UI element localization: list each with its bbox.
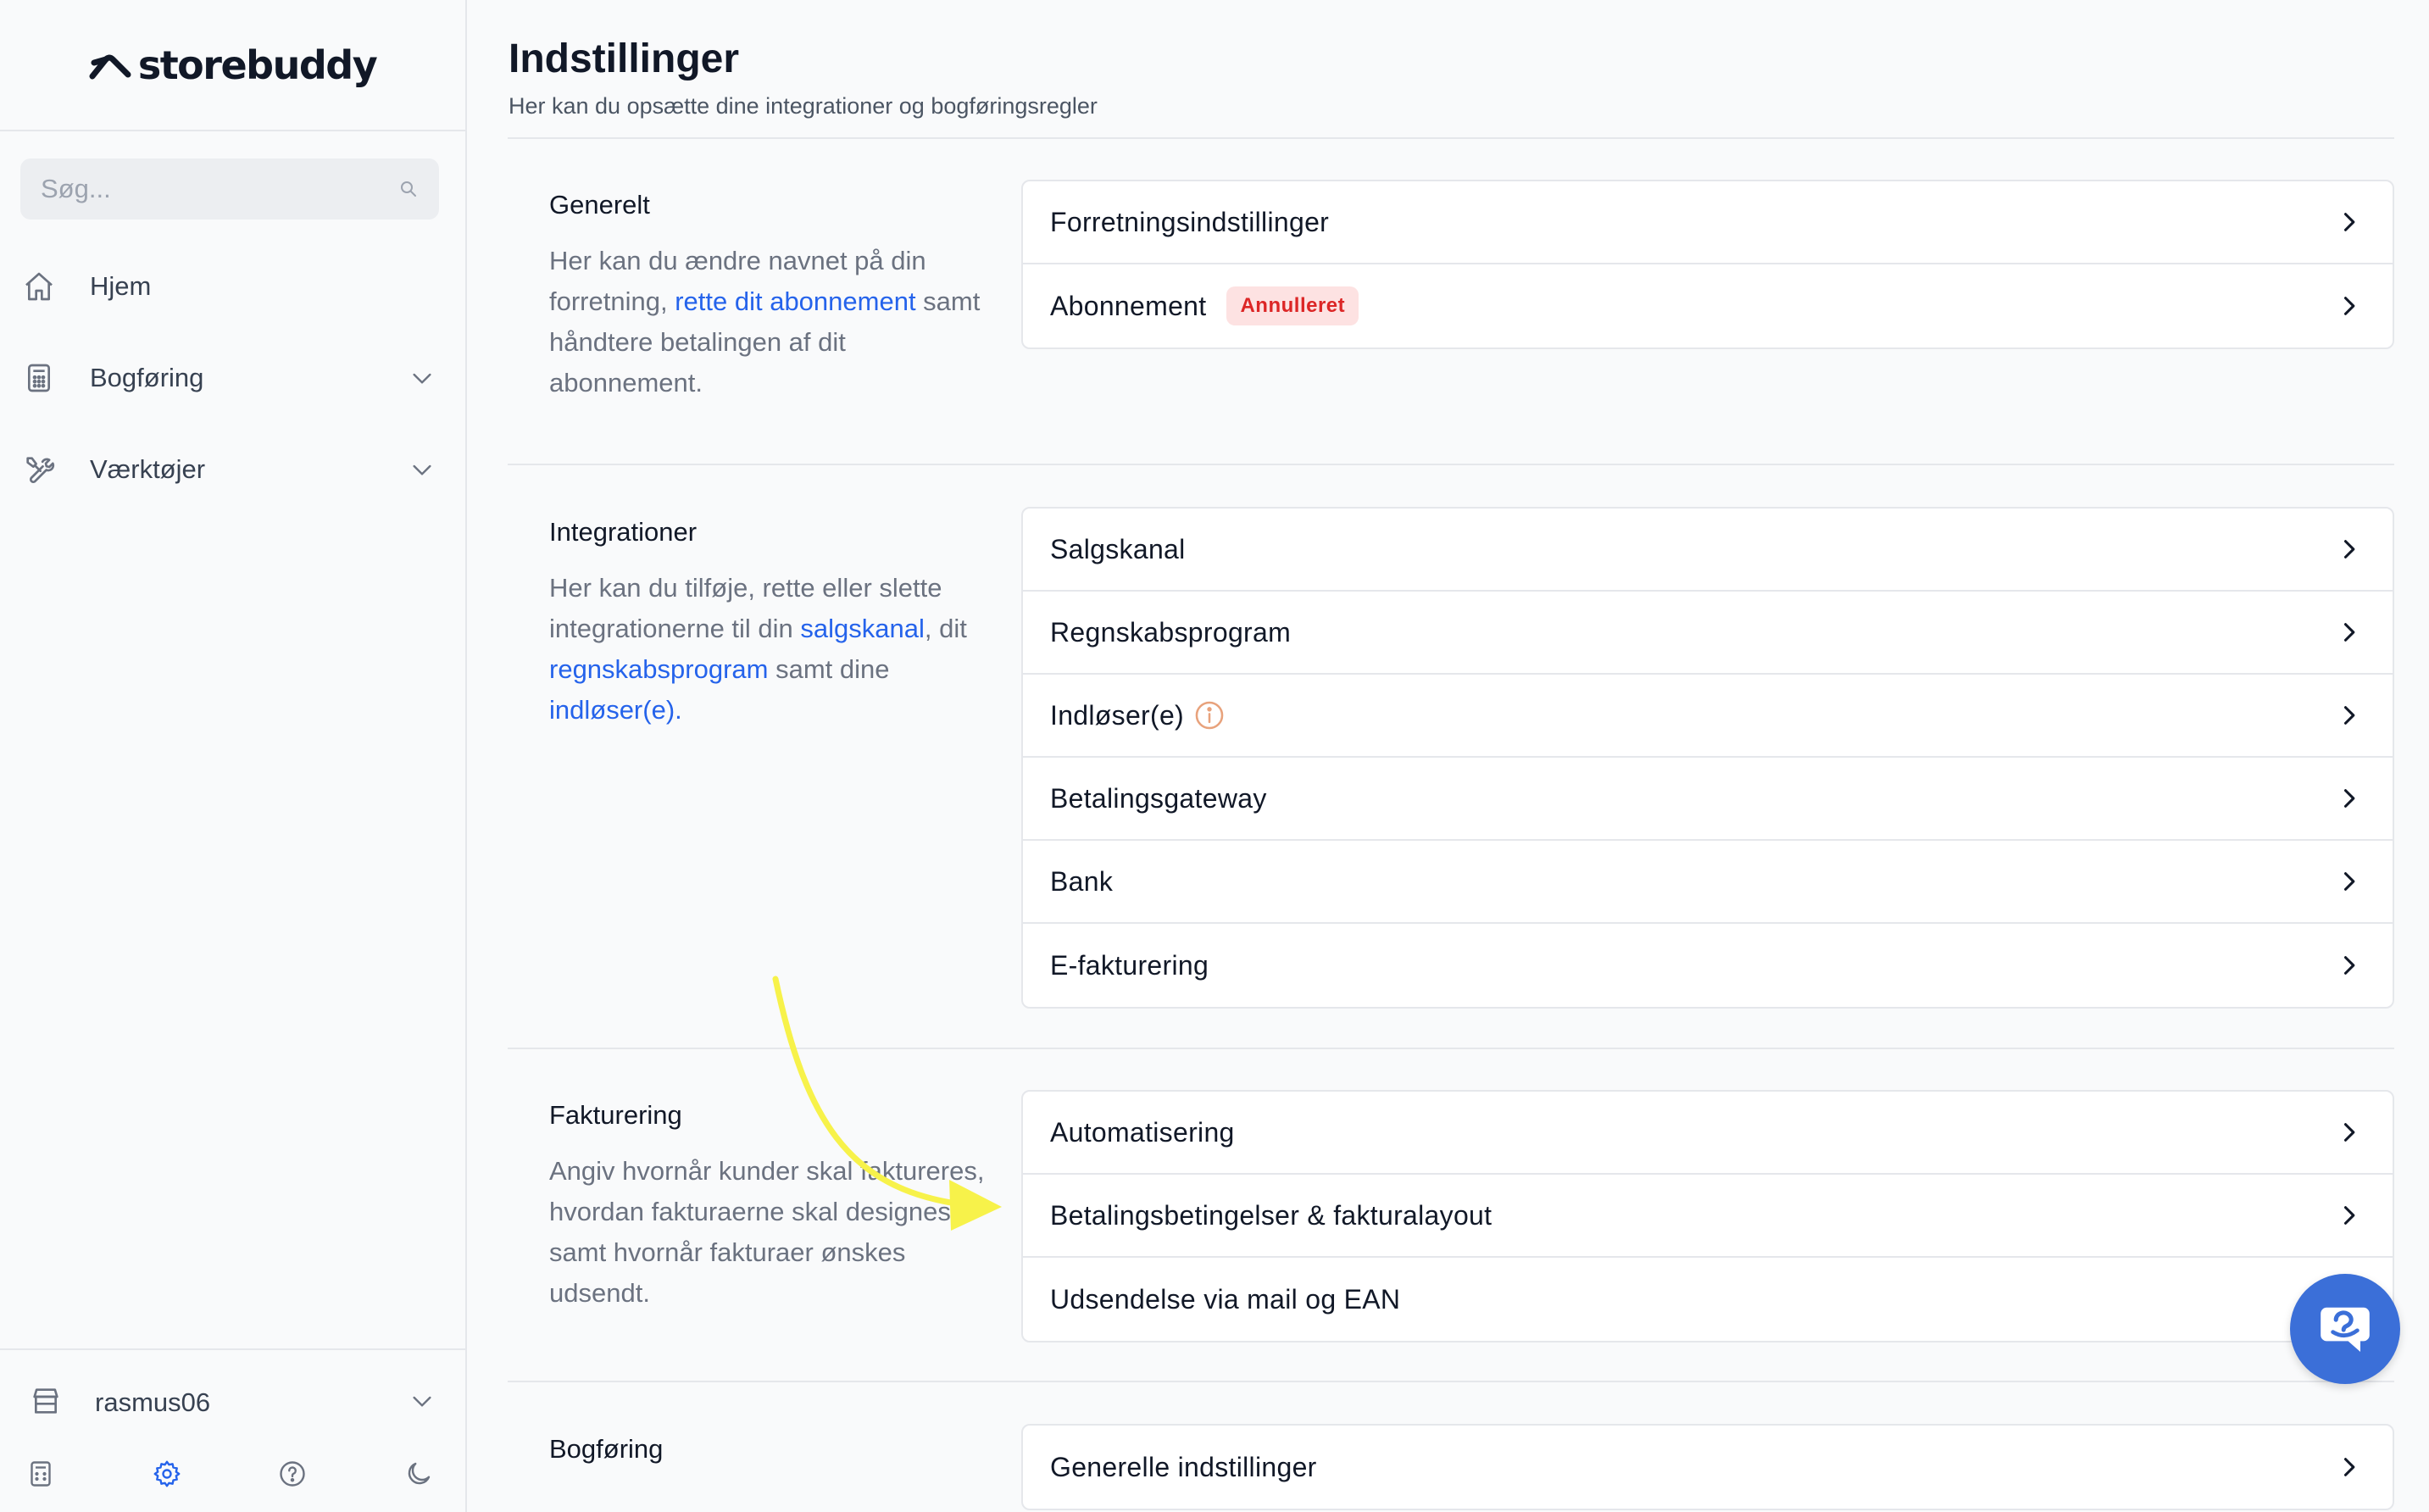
link-regnskabsprogram[interactable]: regnskabsprogram [549,654,768,684]
search-input[interactable]: Søg... [20,158,439,220]
settings-card-bogforing: Generelle indstillinger [1021,1424,2394,1510]
section-title-fakturering: Fakturering [549,1100,682,1130]
calculator-icon [20,359,58,397]
settings-card-integrationer: Salgskanal Regnskabsprogram Indløser(e) … [1021,507,2394,1009]
row-label: Forretningsindstillinger [1050,206,1330,237]
chevron-right-icon [2332,615,2365,649]
divider [508,1381,2394,1382]
desc-text: samt dine [768,654,890,684]
row-label: Betalingsgateway [1050,782,1267,814]
chevron-down-icon[interactable] [405,361,439,395]
sidebar-item-label: Hjem [90,271,152,301]
chevron-right-icon [2332,864,2365,898]
help-icon[interactable] [274,1455,311,1493]
chevron-right-icon [2332,289,2365,323]
sidebar: storebuddy Søg... Hjem Bogføring Værktøj… [0,0,467,1512]
row-label: Indløser(e) [1050,699,1185,731]
row-regnskabsprogram[interactable]: Regnskabsprogram [1023,592,2393,675]
row-label: Bank [1050,865,1114,897]
sidebar-item-label: Bogføring [90,363,204,392]
gear-icon[interactable] [148,1455,186,1493]
section-title-integrationer: Integrationer [549,517,698,547]
sidebar-item-label: Værktøjer [90,454,206,484]
row-automatisering[interactable]: Automatisering [1023,1092,2393,1175]
section-desc-fakturering: Angiv hvornår kunder skal faktureres, hv… [549,1156,985,1308]
row-abonnement[interactable]: Abonnement Annulleret [1023,264,2393,347]
settings-card-fakturering: Automatisering Betalingsbetingelser & fa… [1021,1090,2394,1342]
chevron-down-icon [409,1387,436,1419]
chevron-right-icon [2332,1198,2365,1232]
section-title-bogforing: Bogføring [549,1434,664,1464]
status-badge: Annulleret [1226,286,1359,325]
row-betalingsbetingelser[interactable]: Betalingsbetingelser & fakturalayout [1023,1175,2393,1258]
row-generelle-indstillinger[interactable]: Generelle indstillinger [1023,1426,2393,1509]
row-label: Generelle indstillinger [1050,1451,1317,1482]
row-label: Abonnement [1050,290,1207,321]
search-icon [401,181,416,197]
row-udsendelse[interactable]: Udsendelse via mail og EAN [1023,1258,2393,1341]
chat-support-button[interactable] [2290,1274,2400,1384]
home-icon [20,268,58,305]
row-salgskanal[interactable]: Salgskanal [1023,509,2393,592]
row-label: Salgskanal [1050,533,1186,564]
chevron-down-icon[interactable] [405,453,439,486]
settings-card-generelt: Forretningsindstillinger Abonnement Annu… [1021,180,2394,349]
logo-mark-icon [89,54,131,79]
page-title: Indstillinger [509,36,740,81]
settings-page: Indstillinger Her kan du opsætte dine in… [467,0,2429,1512]
calculator-icon[interactable] [22,1455,59,1493]
row-label: E-fakturering [1050,949,1209,981]
section-desc-generelt: Her kan du ændre navnet på din forretnin… [549,241,990,403]
sidebar-item-bogforing[interactable]: Bogføring [20,348,439,408]
link-indloser[interactable]: indløser(e). [549,695,682,725]
chat-icon [2321,1307,2370,1352]
row-e-fakturering[interactable]: E-fakturering [1023,924,2393,1007]
moon-icon[interactable] [400,1455,437,1493]
page-subtitle: Her kan du opsætte dine integrationer og… [509,93,1098,119]
row-bank[interactable]: Bank [1023,841,2393,924]
search-placeholder: Søg... [41,174,111,203]
row-betalingsgateway[interactable]: Betalingsgateway [1023,758,2393,841]
row-label: Regnskabsprogram [1050,616,1292,648]
desc-text: , dit [924,614,967,643]
chevron-right-icon [2332,1115,2365,1149]
row-label: Betalingsbetingelser & fakturalayout [1050,1199,1492,1231]
logo-text: storebuddy [137,42,378,88]
chevron-right-icon [2332,205,2365,239]
chevron-right-icon [2332,948,2365,982]
info-icon[interactable] [1192,698,1226,732]
divider [508,464,2394,465]
chevron-right-icon [2332,698,2365,732]
chevron-right-icon [2332,1450,2365,1484]
tools-icon [20,451,58,488]
row-indloser[interactable]: Indløser(e) [1023,675,2393,758]
sidebar-item-hjem[interactable]: Hjem [20,257,439,316]
chevron-right-icon [2332,781,2365,815]
store-icon [29,1384,63,1422]
section-desc-integrationer: Her kan du tilføje, rette eller slette i… [549,568,990,731]
logo[interactable]: storebuddy [0,0,465,131]
section-title-generelt: Generelt [549,190,650,220]
sidebar-item-vaerktojer[interactable]: Værktøjer [20,440,439,499]
divider [508,137,2394,139]
row-label: Udsendelse via mail og EAN [1050,1283,1401,1315]
row-label: Automatisering [1050,1116,1235,1148]
link-salgskanal[interactable]: salgskanal [800,614,924,643]
account-switcher[interactable]: rasmus06 [29,1376,436,1430]
row-forretningsindstillinger[interactable]: Forretningsindstillinger [1023,181,2393,264]
sidebar-footer-actions [22,1450,437,1498]
chevron-right-icon [2332,532,2365,566]
sidebar-footer: rasmus06 [0,1348,465,1512]
link-rette-abonnement[interactable]: rette dit abonnement [675,286,915,316]
divider [508,1048,2394,1049]
account-name: rasmus06 [95,1387,211,1417]
